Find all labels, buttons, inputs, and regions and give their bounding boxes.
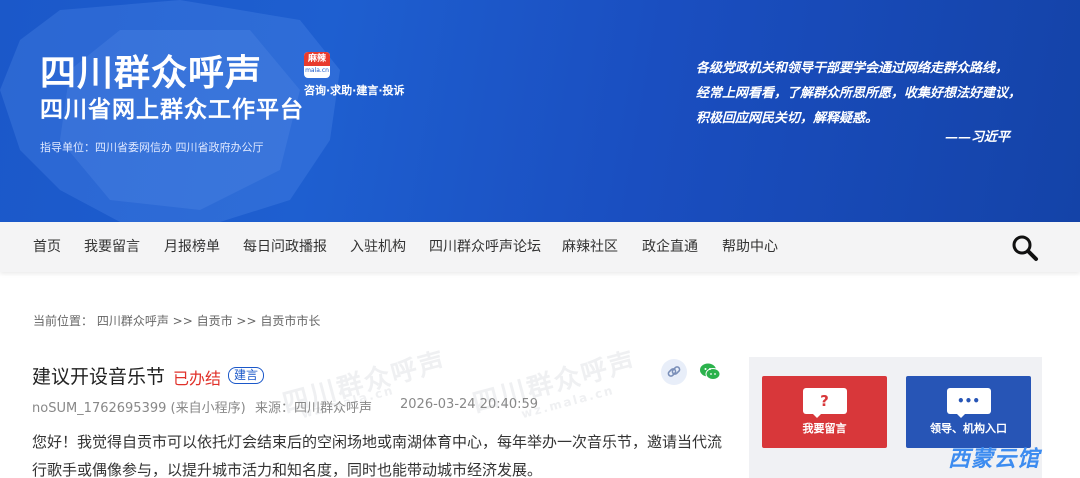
- leaders-entry-card[interactable]: ••• 领导、机构入口: [906, 376, 1031, 448]
- category-tag: 建言: [228, 367, 265, 384]
- breadcrumb-prefix: 当前位置：: [33, 314, 94, 328]
- post-body: 您好！我觉得自贡市可以依托灯会结束后的空闲场地或南湖体育中心，每年举办一次音乐节…: [32, 433, 723, 478]
- quote-text: 各级党政机关和领导干部要学会通过网络走群众路线， 经常上网看看，了解群众所思所愿…: [696, 56, 1056, 131]
- post-datetime: 2026-03-24 20:40:59: [400, 397, 539, 412]
- post-source: 来源：四川群众呼声: [255, 401, 373, 416]
- chat-bubble-icon: •••: [946, 388, 991, 418]
- logo-text: 麻辣: [304, 52, 330, 66]
- site-subtitle: 四川省网上群众工作平台: [40, 97, 304, 123]
- breadcrumb: 当前位置： 四川群众呼声 >> 自贡市 >> 自贡市市长: [33, 312, 320, 329]
- copy-link-icon[interactable]: [661, 359, 687, 385]
- quote-line: 各级党政机关和领导干部要学会通过网络走群众路线，: [696, 61, 1009, 76]
- main-nav: 首页 我要留言 月报榜单 每日问政播报 入驻机构 四川群众呼声论坛 麻辣社区 政…: [0, 222, 1080, 272]
- breadcrumb-path[interactable]: 四川群众呼声 >> 自贡市 >> 自贡市市长: [97, 314, 320, 328]
- logo-domain: mala.cn: [305, 67, 329, 74]
- site-title[interactable]: 四川群众呼声: [40, 44, 262, 96]
- nav-item-daily-broadcast[interactable]: 每日问政播报: [243, 222, 327, 272]
- wechat-share-icon[interactable]: [697, 359, 723, 385]
- nav-item-mala-community[interactable]: 麻辣社区: [562, 222, 618, 272]
- search-icon[interactable]: [1011, 234, 1039, 262]
- card-label: 我要留言: [802, 422, 847, 435]
- nav-item-gov-enterprise[interactable]: 政企直通: [642, 222, 698, 272]
- quote-author: ——习近平: [945, 130, 1011, 145]
- guide-units: 指导单位：四川省委网信办 四川省政府办公厅: [40, 141, 264, 154]
- leave-message-card[interactable]: ? 我要留言: [762, 376, 887, 448]
- nav-item-home[interactable]: 首页: [33, 222, 61, 272]
- status-badge: 已办结: [173, 369, 222, 388]
- question-icon: ?: [802, 388, 847, 418]
- post-title: 建议开设音乐节: [32, 366, 166, 388]
- quote-line: 经常上网看看，了解群众所思所愿，收集好想法好建议，: [696, 86, 1022, 101]
- nav-item-help-center[interactable]: 帮助中心: [722, 222, 778, 272]
- header-banner: 四川群众呼声 麻辣 mala.cn 四川省网上群众工作平台 咨询·求助·建言·投…: [0, 0, 1080, 222]
- post-author: noSUM_1762695399 (来自小程序): [32, 401, 246, 416]
- corner-watermark: 西蒙云馆: [948, 447, 1041, 472]
- card-label: 领导、机构入口: [930, 422, 1007, 435]
- mala-logo: 麻辣 mala.cn: [304, 52, 330, 78]
- nav-item-monthly-ranking[interactable]: 月报榜单: [164, 222, 220, 272]
- nav-item-institutions[interactable]: 入驻机构: [350, 222, 406, 272]
- site-tags: 咨询·求助·建言·投诉: [304, 84, 405, 97]
- nav-item-leave-message[interactable]: 我要留言: [84, 222, 140, 272]
- nav-item-forum[interactable]: 四川群众呼声论坛: [429, 222, 541, 272]
